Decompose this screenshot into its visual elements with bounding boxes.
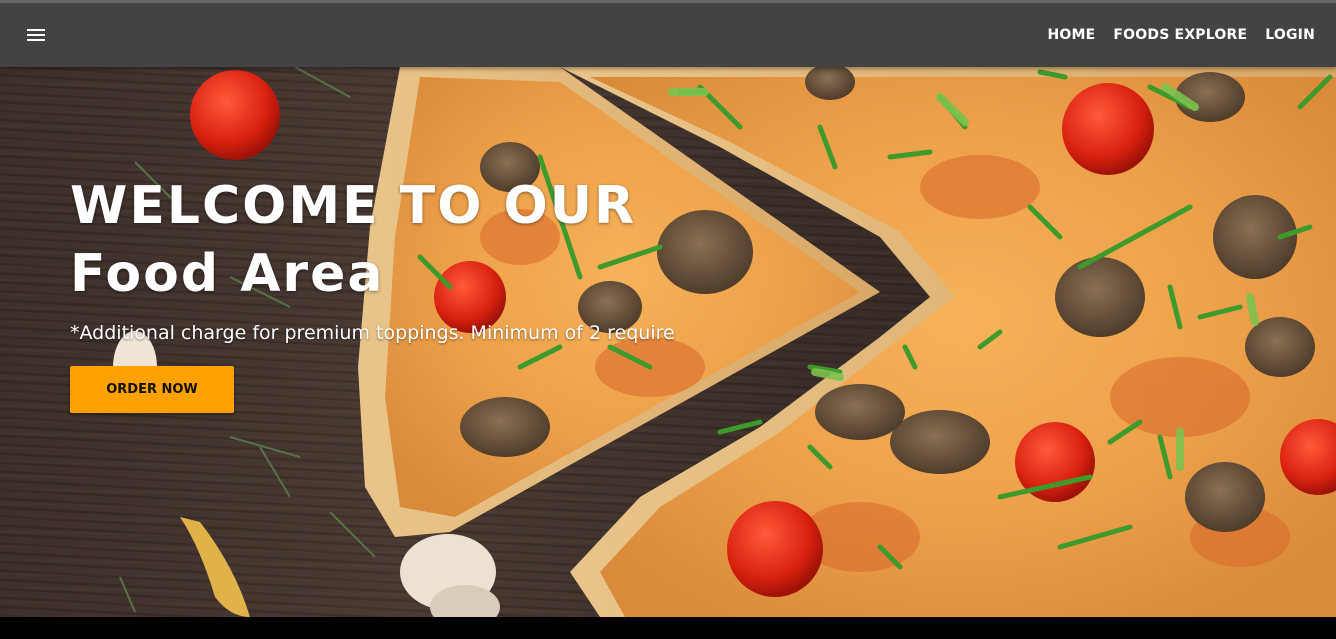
nav-link-home[interactable]: HOME — [1047, 27, 1095, 43]
nav-link-login[interactable]: LOGIN — [1265, 27, 1315, 43]
hero-title-line2: Food Area — [70, 244, 385, 304]
order-now-button[interactable]: ORDER NOW — [70, 366, 234, 413]
hamburger-menu-icon[interactable] — [24, 24, 48, 46]
hero-subtitle: *Additional charge for premium toppings.… — [70, 322, 675, 344]
hero-section: WELCOME TO OUR Food Area *Additional cha… — [0, 67, 1336, 617]
nav-link-foods-explore[interactable]: FOODS EXPLORE — [1113, 27, 1247, 43]
navbar: HOME FOODS EXPLORE LOGIN — [0, 3, 1336, 67]
bottom-bar — [0, 617, 1336, 639]
hero-title: WELCOME TO OUR Food Area — [70, 172, 636, 308]
nav-links: HOME FOODS EXPLORE LOGIN — [1029, 3, 1315, 67]
hero-title-line1: WELCOME TO OUR — [70, 176, 637, 236]
